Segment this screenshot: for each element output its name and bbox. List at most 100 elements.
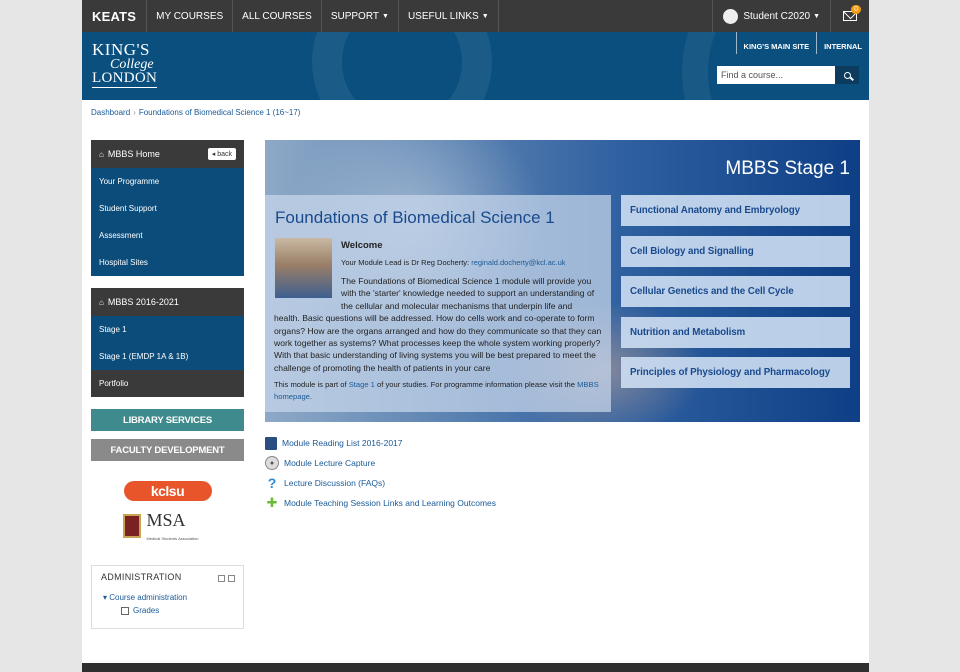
nav-useful-links-label: USEFUL LINKS [407, 10, 479, 22]
administration-title: ADMINISTRATION [101, 572, 182, 582]
top-navbar: KEATS MY COURSES ALL COURSES SUPPORT ▼ US… [82, 0, 869, 32]
kings-college-logo[interactable]: KING'S College LONDON [92, 40, 158, 88]
left-sidebar: ⌂ MBBS Home ◂ back Your Programme Studen… [91, 140, 244, 629]
stage-title: MBBS Stage 1 [725, 158, 850, 179]
intro-text-part: The Foundations of Biomedical Science 1 … [341, 276, 595, 311]
avatar [723, 8, 739, 24]
activity-lecture-discussion[interactable]: ? Lecture Discussion (FAQs) [265, 473, 496, 493]
activity-label: Module Reading List 2016-2017 [282, 438, 403, 448]
activity-reading-list[interactable]: Module Reading List 2016-2017 [265, 433, 496, 453]
breadcrumb-current[interactable]: Foundations of Biomedical Science 1 (16~… [139, 108, 301, 117]
nav-all-courses[interactable]: ALL COURSES [233, 0, 322, 32]
mbbs-group-header[interactable]: ⌂ MBBS 2016-2021 [91, 288, 244, 316]
message-count-badge: 0 [851, 5, 861, 14]
faculty-development-button[interactable]: FACULTY DEVELOPMENT [91, 439, 244, 461]
grades-icon [121, 606, 129, 615]
grades-label: Grades [133, 606, 160, 615]
topic-nutrition-metabolism[interactable]: Nutrition and Metabolism [621, 316, 850, 348]
logo-line: KING'S [92, 40, 151, 59]
back-arrow-icon: ◂ [211, 151, 216, 158]
dock-icon[interactable] [228, 575, 235, 582]
user-menu[interactable]: Student C2020 ▼ [712, 0, 831, 32]
sidebar-item-student-support[interactable]: Student Support [91, 195, 244, 222]
nav-support[interactable]: SUPPORT ▼ [322, 0, 399, 32]
sidebar-item-stage-1[interactable]: Stage 1 [91, 316, 244, 343]
collapse-icon[interactable] [218, 575, 225, 582]
breadcrumb-separator: › [133, 108, 136, 117]
banner-decoration [312, 32, 492, 100]
nav-support-label: SUPPORT [330, 10, 379, 22]
course-intro-text: The Foundations of Biomedical Science 1 … [274, 275, 604, 374]
mbbs-group-label: MBBS 2016-2021 [107, 297, 179, 307]
sidebar-item-stage-1-emdp[interactable]: Stage 1 (EMDP 1A & 1B) [91, 343, 244, 370]
library-services-button[interactable]: LIBRARY SERVICES [91, 409, 244, 431]
mbbs-home-header[interactable]: ⌂ MBBS Home ◂ back [91, 140, 244, 168]
course-search: Find a course... [717, 66, 859, 84]
breadcrumb: Dashboard › Foundations of Biomedical Scie… [91, 108, 300, 117]
chevron-down-icon: ▼ [382, 12, 389, 20]
kings-main-site-link[interactable]: KING'S MAIN SITE [735, 32, 817, 54]
intro-text-part: health. Basic questions will be addresse… [274, 313, 602, 373]
stage-1-link[interactable]: Stage 1 [349, 380, 375, 389]
nav-useful-links[interactable]: USEFUL LINKS ▼ [399, 0, 499, 32]
internal-link[interactable]: INTERNAL [816, 32, 869, 54]
course-intro-panel: Foundations of Biomedical Science 1 Welc… [265, 195, 611, 412]
topic-functional-anatomy[interactable]: Functional Anatomy and Embryology [621, 195, 850, 226]
block-controls [218, 575, 235, 582]
course-administration-label: Course administration [109, 593, 188, 602]
lecture-capture-icon: ● [265, 456, 279, 470]
nav-my-courses[interactable]: MY COURSES [147, 0, 234, 32]
question-icon: ? [267, 475, 277, 491]
module-lead-email[interactable]: reginald.docherty@kcl.ac.uk [471, 258, 565, 267]
activity-label: Module Lecture Capture [284, 458, 376, 468]
msa-logo[interactable]: MSA Medical Students Association [122, 510, 213, 543]
home-icon: ⌂ [99, 297, 104, 307]
banner-links: KING'S MAIN SITE INTERNAL [735, 32, 869, 54]
mbbs-home-label: MBBS Home [107, 149, 160, 159]
book-icon [265, 436, 277, 450]
administration-block: ADMINISTRATION ▾ Course administration G… [91, 565, 244, 629]
activity-lecture-capture[interactable]: ● Module Lecture Capture [265, 453, 496, 473]
breadcrumb-dashboard[interactable]: Dashboard [91, 108, 130, 117]
sidebar-item-assessment[interactable]: Assessment [91, 222, 244, 249]
grades-item[interactable]: Grades [101, 606, 234, 615]
course-footnote: This module is part of Stage 1 of your s… [274, 379, 604, 402]
chevron-down-icon: ▼ [481, 12, 489, 20]
msa-wordmark: MSA [146, 509, 186, 530]
course-hero: MBBS Stage 1 Foundations of Biomedical S… [265, 140, 860, 422]
messages-button[interactable]: 0 [831, 0, 869, 32]
activity-list: Module Reading List 2016-2017 ● Module Le… [265, 433, 496, 513]
course-administration-item[interactable]: ▾ Course administration [101, 593, 234, 602]
topic-cell-biology[interactable]: Cell Biology and Signalling [621, 235, 850, 267]
back-button[interactable]: ◂ back [207, 148, 236, 160]
puzzle-icon: ✚ [266, 495, 278, 510]
sidebar-item-portfolio[interactable]: Portfolio [91, 370, 244, 397]
welcome-heading: Welcome [341, 240, 383, 251]
sidebar-item-your-programme[interactable]: Your Programme [91, 168, 244, 195]
footnote-text: of your studies. For programme informati… [377, 380, 575, 389]
msa-text: MSA Medical Students Association [147, 510, 199, 543]
kclsu-logo[interactable]: kclsu [123, 481, 212, 501]
sidebar-item-hospital-sites[interactable]: Hospital Sites [91, 249, 244, 276]
logo-line: College [110, 57, 154, 73]
search-icon [843, 71, 851, 79]
keats-brand[interactable]: KEATS [82, 0, 148, 32]
search-input[interactable]: Find a course... [717, 66, 835, 84]
activity-label: Lecture Discussion (FAQs) [284, 478, 386, 488]
topic-physiology-pharmacology[interactable]: Principles of Physiology and Pharmacolog… [621, 357, 850, 388]
user-name: Student C2020 [743, 10, 811, 22]
activity-teaching-sessions[interactable]: ✚ Module Teaching Session Links and Learn… [265, 493, 496, 513]
footnote-text: . [309, 391, 313, 401]
topic-list: Functional Anatomy and Embryology Cell B… [621, 195, 850, 398]
back-label: back [217, 151, 232, 158]
activity-label: Module Teaching Session Links and Learni… [284, 498, 497, 508]
page: KEATS MY COURSES ALL COURSES SUPPORT ▼ US… [82, 0, 869, 672]
module-lead-line: Your Module Lead is Dr Reg Docherty: reg… [341, 258, 566, 267]
chevron-down-icon: ▼ [813, 12, 820, 20]
search-button[interactable] [835, 66, 859, 84]
topic-cellular-genetics[interactable]: Cellular Genetics and the Cell Cycle [621, 276, 850, 307]
home-icon: ⌂ [99, 149, 104, 159]
mbbs-home-nav: ⌂ MBBS Home ◂ back Your Programme Studen… [91, 140, 244, 276]
msa-crest-icon [122, 514, 141, 538]
